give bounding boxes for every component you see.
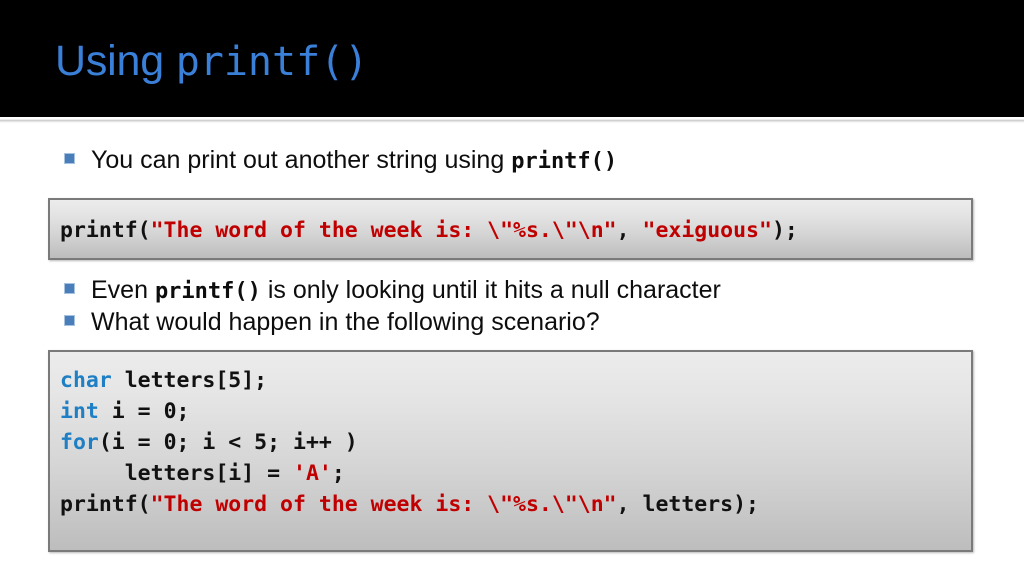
slide-body: You can print out another string using p… <box>0 123 1024 576</box>
square-bullet-icon <box>64 315 75 326</box>
bullet-item-2-text: Even printf() is only looking until it h… <box>91 275 721 307</box>
code-span-keyword: for <box>60 430 99 455</box>
code-line: char letters[5]; <box>60 368 267 393</box>
code-block-2: char letters[5]; int i = 0; for(i = 0; i… <box>48 350 973 552</box>
code-span-string: 'A' <box>293 461 332 486</box>
code-span-plain: printf( <box>60 218 151 243</box>
bullet-2-code: printf() <box>154 279 261 304</box>
bullet-item-2: Even printf() is only looking until it h… <box>64 275 721 307</box>
bullet-item-1-text: You can print out another string using p… <box>91 145 617 177</box>
code-span-plain: (i = 0; i < 5; i++ ) <box>98 430 358 455</box>
code-span-plain: letters[i] = <box>60 461 293 486</box>
code-block-1: printf("The word of the week is: \"%s.\"… <box>48 198 973 260</box>
code-span-plain: , letters); <box>616 492 759 517</box>
bullet-item-3: What would happen in the following scena… <box>64 307 600 337</box>
code-span-string: "exiguous" <box>642 218 772 243</box>
code-block-1-text: printf("The word of the week is: \"%s.\"… <box>60 215 798 246</box>
bullet-1-pre: You can print out another string using <box>91 146 512 174</box>
bullet-item-1: You can print out another string using p… <box>64 145 617 177</box>
slide-title: Using printf() <box>55 34 368 89</box>
code-span-plain: ); <box>771 218 798 243</box>
bullet-item-3-text: What would happen in the following scena… <box>91 307 600 337</box>
code-span-plain: i = 0; <box>98 399 190 424</box>
code-line: printf("The word of the week is: \"%s.\"… <box>60 492 759 517</box>
code-block-2-text: char letters[5]; int i = 0; for(i = 0; i… <box>60 365 759 520</box>
square-bullet-icon <box>64 283 75 294</box>
code-line: int i = 0; <box>60 399 189 424</box>
code-span-plain: ; <box>331 461 345 486</box>
code-line: printf("The word of the week is: \"%s.\"… <box>60 218 798 243</box>
slide-title-plain: Using <box>55 37 176 85</box>
code-span-keyword: int <box>60 399 99 424</box>
code-span-string: "The word of the week is: \"%s.\"\n" <box>150 218 617 243</box>
code-span-plain: , <box>616 218 643 243</box>
square-bullet-icon <box>64 153 75 164</box>
bullet-2-pre: Even <box>91 276 155 304</box>
bullet-3-pre: What would happen in the following scena… <box>91 308 600 336</box>
code-span-plain: letters[5]; <box>111 368 268 393</box>
code-span-plain: printf( <box>60 492 151 517</box>
bullet-1-code: printf() <box>511 149 618 174</box>
bullet-2-post: is only looking until it hits a null cha… <box>260 276 721 304</box>
code-span-string: "The word of the week is: \"%s.\"\n" <box>150 492 617 517</box>
code-line: for(i = 0; i < 5; i++ ) <box>60 430 358 455</box>
code-span-keyword: char <box>60 368 112 393</box>
code-line: letters[i] = 'A'; <box>60 461 345 486</box>
slide-title-code: printf() <box>175 39 369 85</box>
